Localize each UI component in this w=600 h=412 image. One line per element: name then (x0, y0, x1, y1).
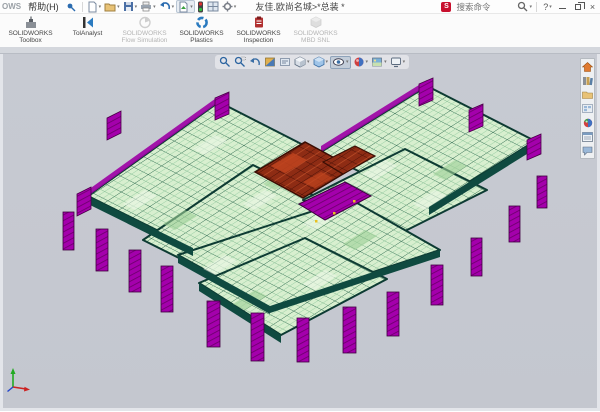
menu-help[interactable]: 帮助(H) (24, 0, 63, 13)
tolanalyst-icon (81, 16, 95, 29)
save-button[interactable]: ▾ (122, 0, 139, 13)
quick-access-toolbar: ▾ ▾ ▾ ▾ ▾ ▾ ▾ (86, 0, 238, 13)
solidworks-logo-fragment: OWS (0, 2, 24, 11)
options-button[interactable]: ▾ (221, 0, 238, 13)
print-button[interactable]: ▾ (139, 0, 157, 13)
addin-tolanalyst[interactable]: TolAnalyst (59, 15, 116, 46)
undo-button[interactable]: ▾ (158, 0, 176, 13)
hide-show-items-icon[interactable]: ▾ (330, 56, 351, 69)
task-pane-tabs (580, 58, 595, 159)
view-palette-icon[interactable] (582, 103, 594, 114)
zoom-to-area-icon[interactable] (233, 56, 247, 69)
zoom-to-fit-icon[interactable] (218, 56, 232, 69)
mbd-icon (309, 16, 323, 29)
display-pane-button[interactable] (206, 0, 220, 13)
divider (82, 2, 83, 12)
command-manager-addins: SOLIDWORKS Toolbox TolAnalyst SOLIDWORKS… (0, 14, 600, 47)
solidworks-app-icon: S (441, 2, 451, 12)
addin-inspection[interactable]: SOLIDWORKS Inspection (230, 15, 287, 46)
flow-simulation-icon (138, 16, 152, 29)
addin-flow-simulation: SOLIDWORKS Flow Simulation (116, 15, 173, 46)
design-library-icon[interactable] (582, 75, 594, 86)
rebuild-button[interactable]: ▾ (176, 0, 195, 13)
plastics-icon (195, 16, 209, 29)
edit-appearance-icon[interactable]: ▾ (352, 56, 370, 69)
pin-menu-icon[interactable] (66, 2, 76, 12)
toolbox-icon (24, 16, 38, 29)
addin-solidworks-toolbox[interactable]: SOLIDWORKS Toolbox (2, 15, 59, 46)
dynamic-annotation-views-icon[interactable] (278, 56, 292, 69)
file-explorer-icon[interactable] (582, 89, 594, 100)
status-lights-icon[interactable] (196, 0, 205, 13)
title-bar: OWS 帮助(H) ▾ ▾ ▾ ▾ ▾ ▾ ▾ 友佳.欧尚名 (0, 0, 600, 14)
open-button[interactable]: ▾ (103, 0, 121, 13)
addin-mbd-snl: SOLIDWORKS MBD SNL (287, 15, 344, 46)
graphics-viewport[interactable]: ▾ ▾ ▾ ▾ ▾ ▾ (0, 54, 600, 411)
search-input[interactable] (454, 1, 516, 13)
minimize-button[interactable] (555, 0, 570, 13)
previous-view-icon[interactable] (248, 56, 262, 69)
apply-scene-icon[interactable]: ▾ (370, 56, 388, 69)
command-manager-tab-strip (0, 47, 600, 54)
divider (536, 2, 537, 12)
model-canvas[interactable] (3, 54, 597, 408)
addin-plastics[interactable]: SOLIDWORKS Plastics (173, 15, 230, 46)
restore-button[interactable] (570, 0, 585, 13)
inspection-icon (252, 16, 266, 29)
display-style-icon[interactable]: ▾ (312, 56, 330, 69)
view-orientation-icon[interactable]: ▾ (293, 56, 311, 69)
appearances-scenes-icon[interactable] (582, 117, 594, 128)
help-button[interactable]: ?▾ (540, 0, 555, 13)
solidworks-resources-icon[interactable] (582, 61, 594, 72)
section-view-icon[interactable] (263, 56, 277, 69)
heads-up-toolbar: ▾ ▾ ▾ ▾ ▾ ▾ (215, 55, 409, 69)
solidworks-forum-icon[interactable] (582, 145, 594, 156)
restore-icon (575, 4, 581, 10)
new-document-button[interactable]: ▾ (86, 0, 103, 13)
search-icon[interactable]: ▾ (516, 0, 533, 13)
minimize-icon (559, 4, 566, 9)
custom-properties-icon[interactable] (582, 131, 594, 142)
view-settings-icon[interactable]: ▾ (389, 56, 407, 69)
close-button[interactable]: × (585, 0, 600, 13)
reference-triad (5, 365, 33, 398)
